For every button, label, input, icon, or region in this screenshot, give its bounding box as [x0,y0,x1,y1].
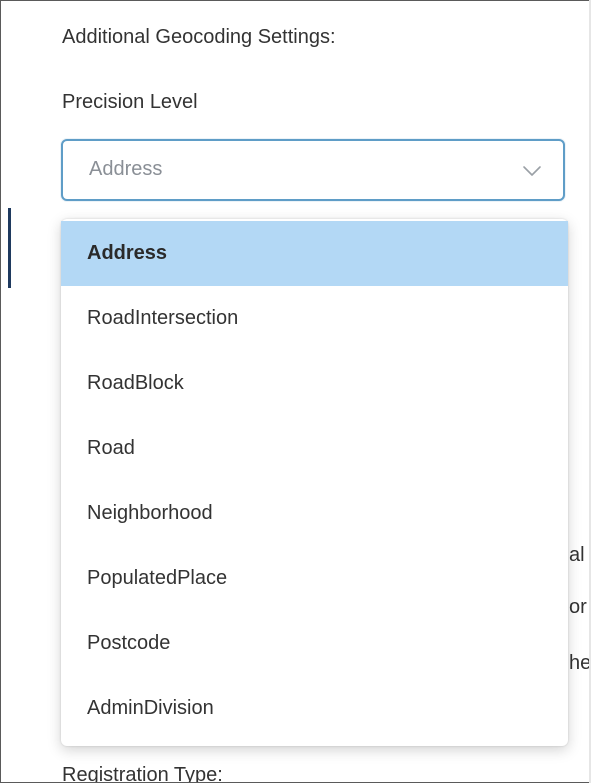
precision-level-label: Precision Level [62,91,198,113]
background-text-fragment: al [569,544,585,566]
dropdown-option-road-intersection[interactable]: RoadIntersection [61,286,568,351]
dropdown-option-road[interactable]: Road [61,416,568,481]
dropdown-option-address[interactable]: Address [61,221,568,286]
focus-indicator [8,208,11,288]
background-text-fragment: he [569,652,591,674]
dropdown-option-road-block[interactable]: RoadBlock [61,351,568,416]
panel-edge [589,0,591,783]
section-title: Additional Geocoding Settings: [62,26,336,48]
registration-type-label: Registration Type: [62,764,223,783]
settings-panel: Additional Geocoding Settings: Precision… [0,0,591,783]
precision-level-value: Address [89,158,163,180]
dropdown-option-admin-division[interactable]: AdminDivision [61,676,568,741]
chevron-down-icon [523,166,541,176]
precision-level-dropdown: Address RoadIntersection RoadBlock Road … [61,219,568,746]
dropdown-option-neighborhood[interactable]: Neighborhood [61,481,568,546]
dropdown-option-populated-place[interactable]: PopulatedPlace [61,546,568,611]
dropdown-option-postcode[interactable]: Postcode [61,611,568,676]
background-text-fragment: or [569,596,587,618]
precision-level-select[interactable]: Address [61,139,565,201]
